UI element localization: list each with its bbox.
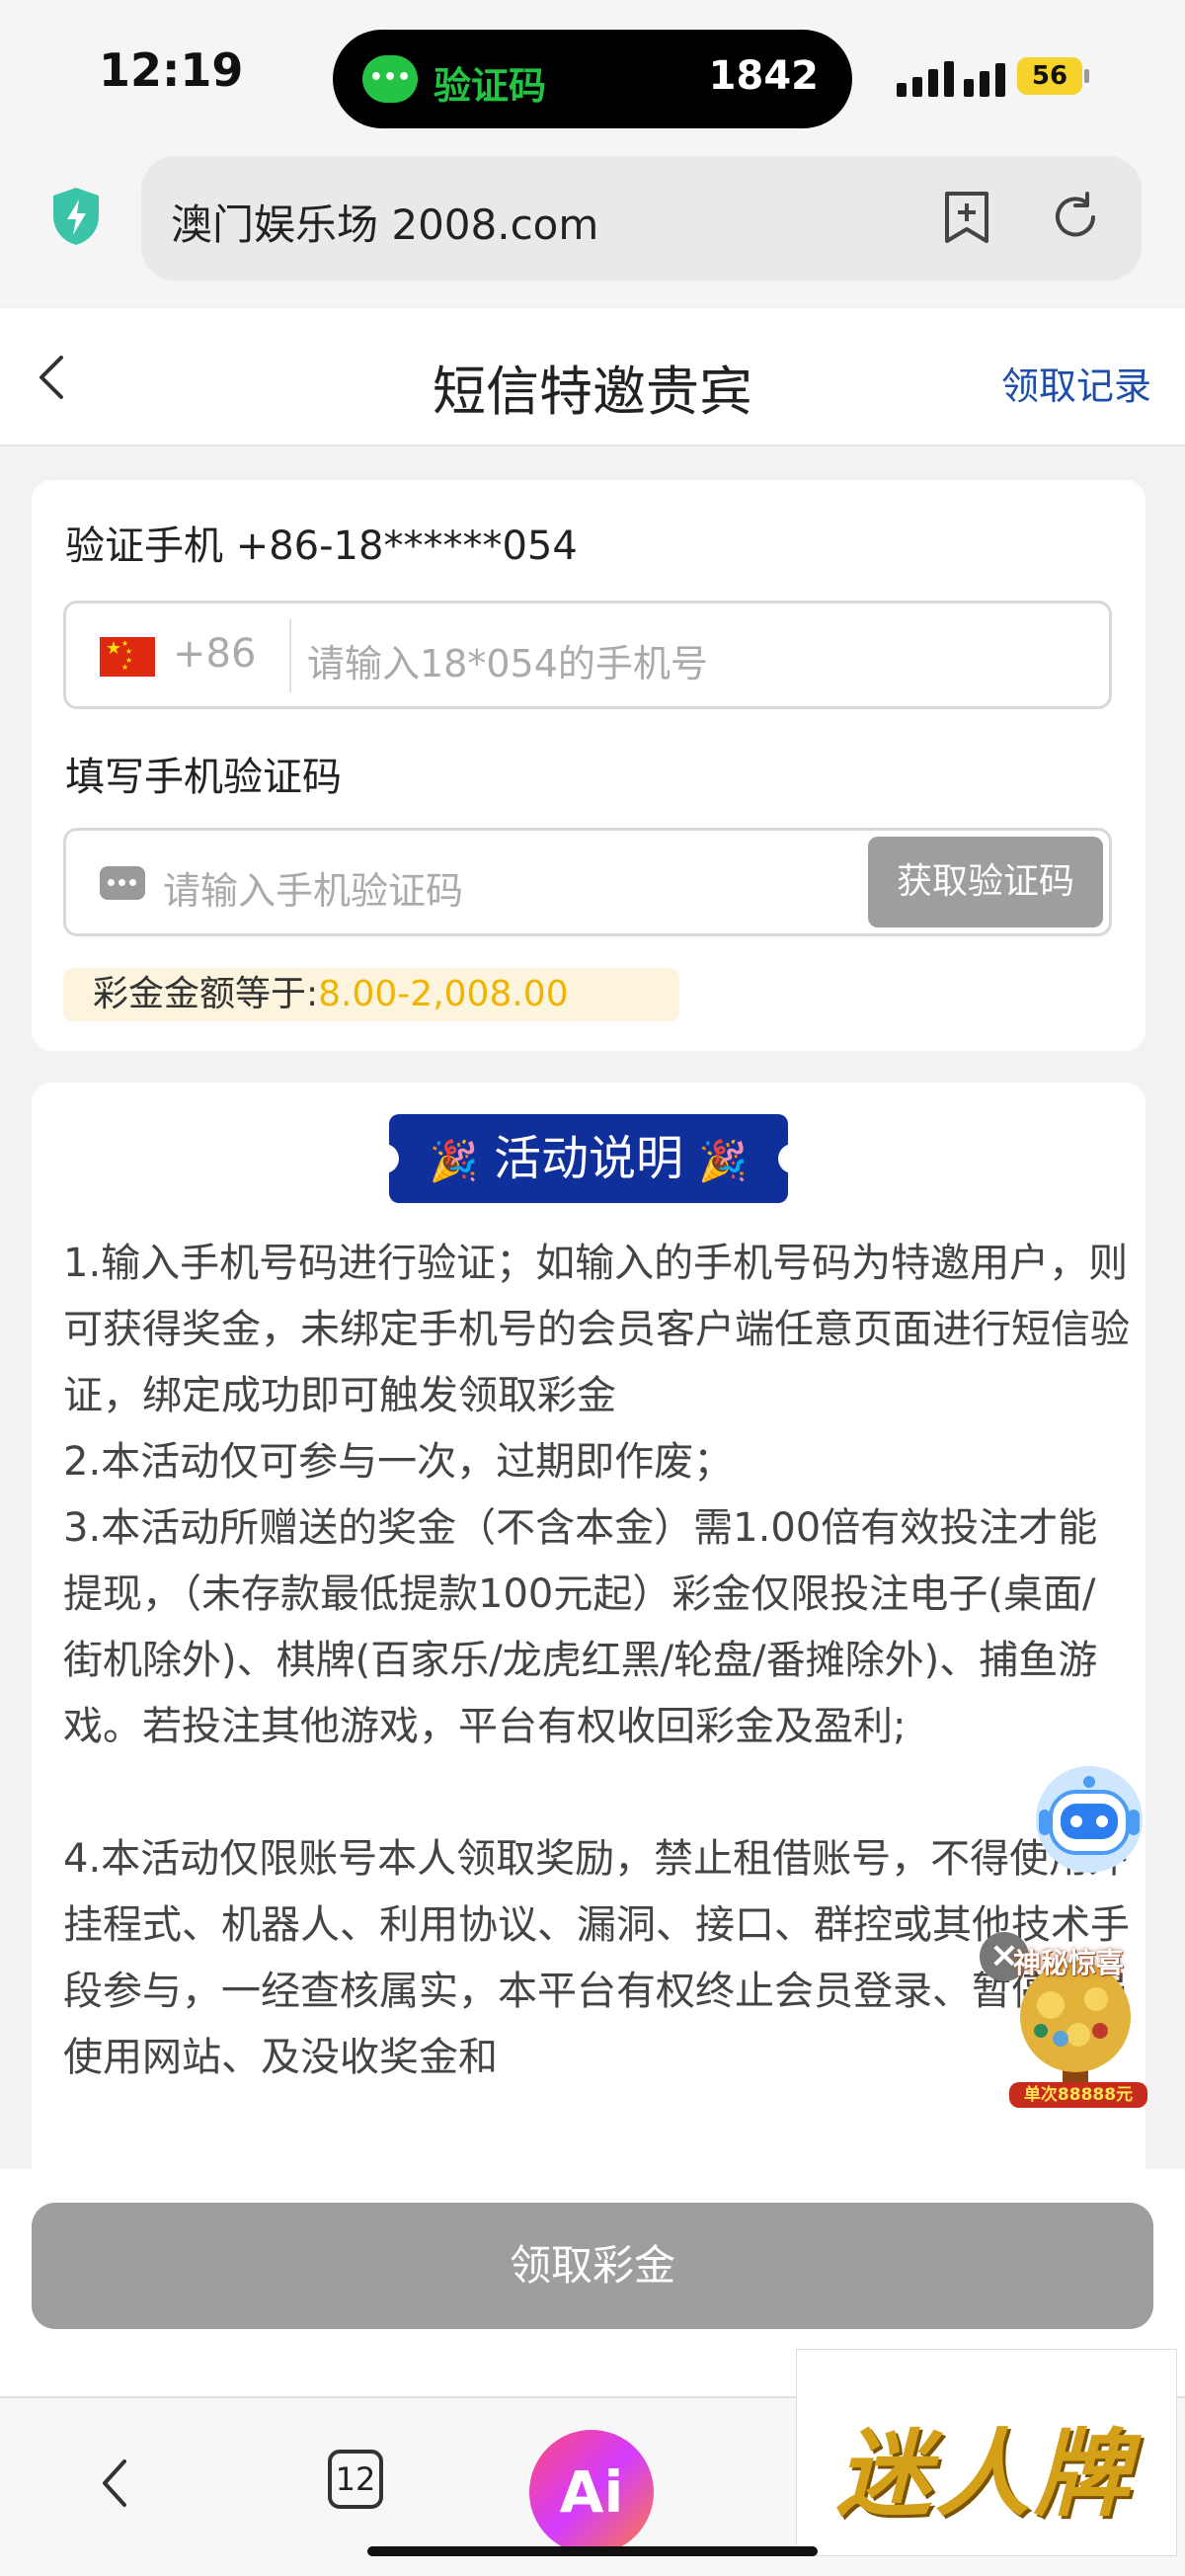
rule-item	[63, 1760, 1130, 1826]
status-bar: 12:19 ••• 验证码 1842 56	[0, 0, 1185, 148]
wechat-icon: •••	[362, 55, 418, 103]
shield-icon[interactable]	[49, 186, 103, 247]
verify-card: 验证手机 +86-18******054 ★ ★ ★ ★ ★ +86 请输入18*054…	[32, 480, 1146, 1051]
party-popper-icon: 🎉	[698, 1139, 749, 1184]
sms-icon	[100, 866, 145, 900]
rule-item: 4.本活动仅限账号本人领取奖励，禁止租借账号，不得使用外挂程式、机器人、利用协议…	[63, 1836, 1130, 2080]
bonus-amount: 8.00-2,008.00	[318, 974, 569, 1014]
bonus-tag: 彩金金额等于:8.00-2,008.00	[63, 968, 679, 1021]
code-input[interactable]: 请输入手机验证码 获取验证码	[63, 828, 1112, 936]
add-bookmark-icon[interactable]	[941, 190, 992, 245]
ai-assistant-button[interactable]: Ai	[529, 2430, 654, 2554]
island-code: 1842	[708, 53, 819, 99]
records-link[interactable]: 领取记录	[1001, 356, 1151, 410]
rule-item: 3.本活动所赠送的奖金（不含本金）需1.00倍有效投注才能提现，（未存款最低提款…	[63, 1505, 1098, 1749]
china-flag-icon: ★ ★ ★ ★ ★	[100, 637, 155, 677]
battery-tip	[1084, 69, 1089, 83]
clock: 12:19	[99, 43, 244, 97]
island-label: 验证码	[434, 64, 547, 108]
watermark-text: 迷人牌	[836, 2419, 1133, 2530]
get-code-button[interactable]: 获取验证码	[868, 837, 1103, 927]
code-placeholder: 请输入手机验证码	[163, 869, 464, 913]
toolbar-back-icon[interactable]	[95, 2454, 134, 2513]
url-text: 澳门娱乐场 2008.com	[171, 201, 599, 249]
page-header: 短信特邀贵宾 领取记录	[0, 308, 1185, 446]
bonus-label: 彩金金额等于:	[93, 974, 319, 1014]
robot-assistant-icon[interactable]	[1021, 1754, 1157, 1887]
battery-icon: 56	[1017, 57, 1082, 95]
home-indicator[interactable]	[367, 2546, 818, 2556]
address-bar: 澳门娱乐场 2008.com	[0, 148, 1185, 306]
reload-icon[interactable]	[1048, 190, 1103, 245]
url-field[interactable]: 澳门娱乐场 2008.com	[141, 156, 1142, 281]
promo-subtitle: 单次88888元	[1009, 2082, 1147, 2108]
country-code[interactable]: +86	[173, 631, 256, 677]
divider	[289, 619, 291, 692]
phone-input[interactable]: ★ ★ ★ ★ ★ +86 请输入18*054的手机号	[63, 601, 1112, 709]
banner-title: 活动说明	[493, 1131, 683, 1186]
watermark-overlay: 迷人牌	[796, 2349, 1177, 2556]
party-popper-icon: 🎉	[429, 1139, 479, 1184]
rule-item: 2.本活动仅可参与一次，过期即作废；	[63, 1439, 734, 1485]
activity-card: 🎉 活动说明 🎉 1.输入手机号码进行验证；如输入的手机号码为特邀用户，则可获得…	[32, 1083, 1146, 2189]
activity-banner: 🎉 活动说明 🎉	[379, 1114, 798, 1203]
rule-item: 1.输入手机号码进行验证；如输入的手机号码为特邀用户，则可获得奖金，未绑定手机号…	[63, 1241, 1130, 1418]
phone-label: 验证手机 +86-18******054	[65, 523, 578, 569]
rules-text: 1.输入手机号码进行验证；如输入的手机号码为特邀用户，则可获得奖金，未绑定手机号…	[63, 1231, 1130, 2091]
code-label: 填写手机验证码	[65, 755, 342, 800]
signal-icon	[897, 57, 1015, 97]
claim-bonus-button[interactable]: 领取彩金	[32, 2203, 1153, 2329]
tabs-button[interactable]: 12	[328, 2450, 383, 2509]
dynamic-island[interactable]: ••• 验证码 1842	[333, 30, 852, 128]
phone-placeholder: 请输入18*054的手机号	[307, 642, 708, 685]
promo-title: 神秘惊喜	[1013, 1947, 1125, 1979]
